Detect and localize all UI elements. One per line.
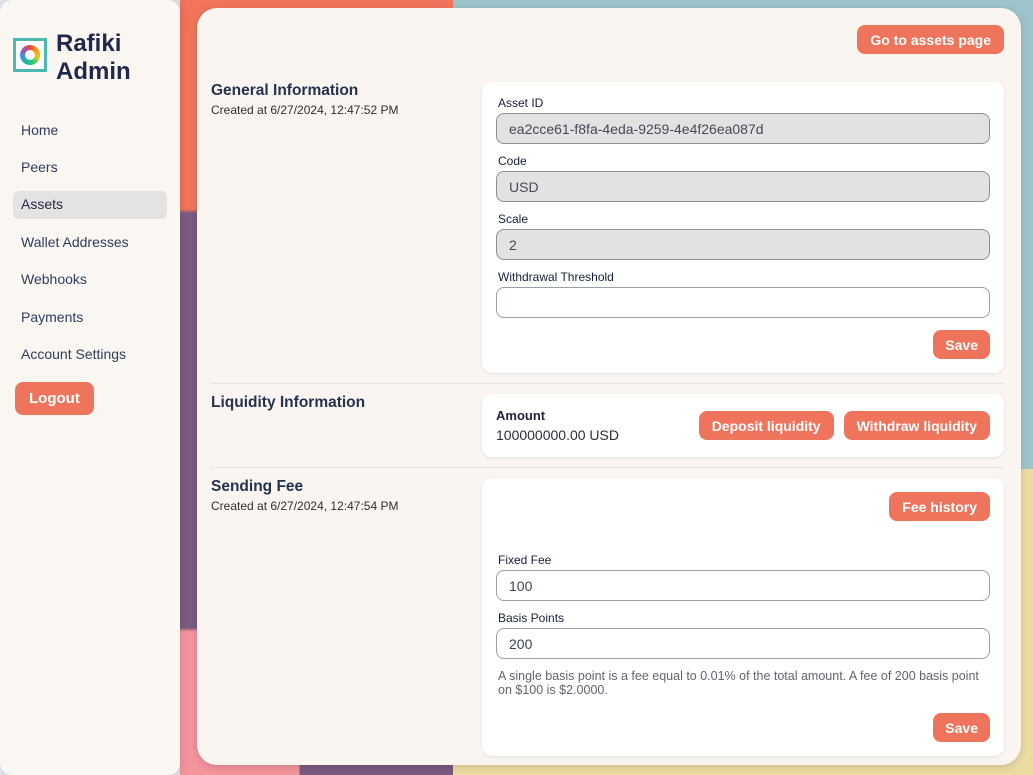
sidebar-item-home[interactable]: Home (13, 117, 167, 144)
liquidity-information-title: Liquidity Information (211, 394, 482, 412)
rafiki-logo-ring (20, 45, 40, 65)
sending-fee-save-button[interactable]: Save (933, 713, 990, 742)
withdrawal-threshold-label: Withdrawal Threshold (498, 270, 990, 284)
general-created-at: Created at 6/27/2024, 12:47:52 PM (211, 103, 482, 117)
asset-id-input (496, 113, 990, 144)
sending-fee-title: Sending Fee (211, 478, 482, 496)
liquidity-information-head: Liquidity Information (211, 394, 482, 412)
section-divider (211, 467, 1004, 468)
asset-id-field-group: Asset ID (496, 96, 990, 144)
scale-input (496, 229, 990, 260)
fee-history-row: Fee history (496, 492, 990, 521)
sidebar-item-account-settings[interactable]: Account Settings (13, 341, 167, 368)
general-information-title: General Information (211, 82, 482, 100)
fixed-fee-field-group: Fixed Fee (496, 553, 990, 601)
asset-id-label: Asset ID (498, 96, 990, 110)
sidebar: Rafiki Admin Home Peers Assets Wallet Ad… (0, 0, 180, 775)
withdrawal-threshold-input[interactable] (496, 287, 990, 318)
fixed-fee-label: Fixed Fee (498, 553, 990, 567)
brand-title: Rafiki Admin (56, 30, 131, 87)
general-information-head: General Information Created at 6/27/2024… (211, 82, 482, 117)
general-information-section: General Information Created at 6/27/2024… (211, 82, 1004, 373)
code-label: Code (498, 154, 990, 168)
section-divider (211, 383, 1004, 384)
scale-label: Scale (498, 212, 990, 226)
code-field-group: Code (496, 154, 990, 202)
withdraw-liquidity-button[interactable]: Withdraw liquidity (844, 411, 990, 440)
brand: Rafiki Admin (13, 30, 167, 87)
topbar: Go to assets page (211, 25, 1004, 54)
sidebar-item-assets[interactable]: Assets (13, 191, 167, 218)
sending-fee-head: Sending Fee Created at 6/27/2024, 12:47:… (211, 478, 482, 513)
sending-fee-created-at: Created at 6/27/2024, 12:47:54 PM (211, 499, 482, 513)
code-input (496, 171, 990, 202)
content-card: Go to assets page General Information Cr… (197, 8, 1021, 765)
sending-fee-save-row: Save (496, 713, 990, 742)
basis-points-input[interactable] (496, 628, 990, 659)
fixed-fee-input[interactable] (496, 570, 990, 601)
deposit-liquidity-button[interactable]: Deposit liquidity (699, 411, 834, 440)
fee-history-button[interactable]: Fee history (889, 492, 990, 521)
amount-label: Amount (496, 408, 619, 423)
sidebar-item-webhooks[interactable]: Webhooks (13, 266, 167, 293)
general-save-button[interactable]: Save (933, 330, 990, 359)
liquidity-panel: Amount 100000000.00 USD Deposit liquidit… (482, 394, 1004, 457)
amount-value: 100000000.00 USD (496, 427, 619, 443)
sidebar-nav: Home Peers Assets Wallet Addresses Webho… (13, 117, 167, 369)
sidebar-item-peers[interactable]: Peers (13, 154, 167, 181)
withdrawal-threshold-field-group: Withdrawal Threshold (496, 270, 990, 318)
general-save-row: Save (496, 330, 990, 359)
liquidity-information-section: Liquidity Information Amount 100000000.0… (211, 394, 1004, 457)
liquidity-amount-block: Amount 100000000.00 USD (496, 408, 619, 443)
logout-button[interactable]: Logout (15, 382, 94, 415)
scale-field-group: Scale (496, 212, 990, 260)
basis-points-field-group: Basis Points (496, 611, 990, 659)
sending-fee-section: Sending Fee Created at 6/27/2024, 12:47:… (211, 478, 1004, 756)
sidebar-item-payments[interactable]: Payments (13, 304, 167, 331)
general-information-panel: Asset ID Code Scale Withdrawal Threshold… (482, 82, 1004, 373)
basis-points-hint: A single basis point is a fee equal to 0… (498, 669, 990, 697)
basis-points-label: Basis Points (498, 611, 990, 625)
sidebar-item-wallet-addresses[interactable]: Wallet Addresses (13, 229, 167, 256)
main-area: Go to assets page General Information Cr… (180, 0, 1033, 775)
sending-fee-panel: Fee history Fixed Fee Basis Points A sin… (482, 478, 1004, 756)
rafiki-logo-icon (13, 38, 47, 72)
go-to-assets-page-button[interactable]: Go to assets page (857, 25, 1004, 54)
